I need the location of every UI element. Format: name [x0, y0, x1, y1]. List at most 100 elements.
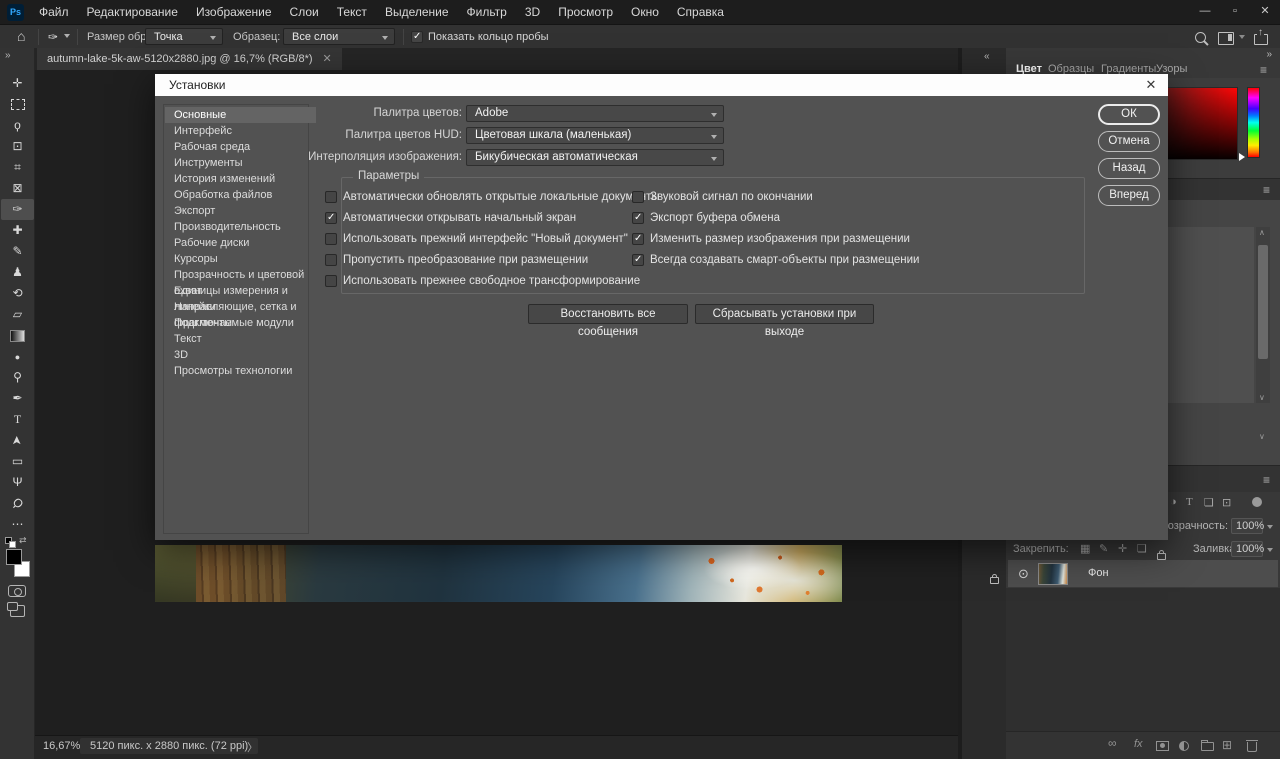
dodge-tool[interactable]: ⚲: [1, 367, 34, 388]
menu-filter[interactable]: Фильтр: [458, 0, 516, 24]
maximize-icon[interactable]: ▫: [1220, 0, 1250, 24]
smart-object-filter-icon[interactable]: ⊡: [1222, 496, 1231, 509]
clone-stamp-tool[interactable]: ♟: [1, 262, 34, 283]
ok-button[interactable]: ОК: [1098, 104, 1160, 125]
fx-icon[interactable]: fx: [1134, 738, 1143, 750]
lasso-tool[interactable]: ϙ: [1, 115, 34, 136]
zoom-level-field[interactable]: 16,67%: [43, 740, 80, 752]
checkbox[interactable]: [632, 212, 644, 224]
menu-layers[interactable]: Слои: [281, 0, 328, 24]
type-filter-icon[interactable]: T: [1186, 496, 1193, 508]
frame-tool[interactable]: ⊠: [1, 178, 34, 199]
checkbox[interactable]: [325, 233, 337, 245]
section-scratch-disks[interactable]: Рабочие диски: [165, 235, 316, 251]
spot-healing-brush-tool[interactable]: ✚: [1, 220, 34, 241]
checkbox[interactable]: [325, 212, 337, 224]
section-plugins[interactable]: Подключаемые модули: [165, 315, 316, 331]
menu-select[interactable]: Выделение: [376, 0, 458, 24]
scrollbar[interactable]: ∧ ∨: [1256, 227, 1270, 403]
menu-image[interactable]: Изображение: [187, 0, 281, 24]
lock-all-icon[interactable]: [1157, 553, 1166, 560]
image-interpolation-select[interactable]: Бикубическая автоматическая: [466, 149, 724, 166]
scroll-down-icon[interactable]: ∨: [1259, 393, 1265, 402]
menu-help[interactable]: Справка: [668, 0, 733, 24]
blur-tool[interactable]: ●: [1, 346, 34, 367]
cancel-button[interactable]: Отмена: [1098, 131, 1160, 152]
adjustment-filter-icon[interactable]: ◑: [1170, 496, 1177, 508]
scroll-up-icon[interactable]: ∧: [1259, 228, 1265, 237]
search-icon[interactable]: [1195, 32, 1206, 43]
prev-button[interactable]: Назад: [1098, 158, 1160, 179]
panel-menu-icon[interactable]: ≡: [1260, 64, 1267, 76]
document-image[interactable]: [155, 545, 842, 602]
home-icon[interactable]: ⌂: [17, 25, 25, 48]
color-field[interactable]: [1162, 87, 1238, 160]
menu-type[interactable]: Текст: [328, 0, 376, 24]
lock-artboard-icon[interactable]: ❏: [1137, 542, 1147, 555]
toolbar-collapse-icon[interactable]: »: [5, 50, 11, 61]
menu-view[interactable]: Просмотр: [549, 0, 622, 24]
section-3d[interactable]: 3D: [165, 347, 316, 363]
shape-filter-icon[interactable]: ❏: [1204, 496, 1214, 509]
new-layer-icon[interactable]: ⊞: [1222, 738, 1232, 752]
menu-file[interactable]: Файл: [30, 0, 78, 24]
section-guides-grid-slices[interactable]: Направляющие, сетка и фрагменты: [165, 299, 316, 315]
lock-position-icon[interactable]: ✛: [1118, 542, 1127, 555]
panel-menu-icon[interactable]: ≡: [1263, 184, 1270, 196]
edit-toolbar-icon[interactable]: ⋯: [1, 514, 34, 535]
screen-mode-icon[interactable]: [10, 605, 25, 617]
layer-row[interactable]: ⊙ Фон: [1008, 560, 1278, 588]
opacity-value[interactable]: 100%: [1231, 518, 1263, 534]
swap-colors-icon[interactable]: ⇄: [19, 535, 27, 546]
minimize-icon[interactable]: —: [1190, 0, 1220, 24]
checkbox[interactable]: [325, 254, 337, 266]
filter-toggle-icon[interactable]: [1252, 497, 1262, 507]
section-file-handling[interactable]: Обработка файлов: [165, 187, 316, 203]
dialog-close-icon[interactable]: ✕: [1140, 74, 1162, 96]
object-selection-tool[interactable]: ⊡: [1, 136, 34, 157]
layer-thumbnail[interactable]: [1038, 563, 1068, 585]
pen-tool[interactable]: ✒: [1, 388, 34, 409]
menu-window[interactable]: Окно: [622, 0, 668, 24]
layer-name[interactable]: Фон: [1088, 567, 1109, 579]
checkbox[interactable]: [632, 233, 644, 245]
link-icon[interactable]: ∞: [1108, 736, 1117, 750]
dialog-titlebar[interactable]: Установки ✕: [155, 74, 1168, 96]
reset-preferences-on-quit-button[interactable]: Сбрасывать установки при выходе: [695, 304, 874, 324]
layers-empty-area[interactable]: [1006, 588, 1280, 731]
delete-icon[interactable]: [1247, 742, 1257, 752]
checkbox[interactable]: [325, 275, 337, 287]
hue-slider-pointer[interactable]: [1239, 153, 1245, 161]
reset-all-warnings-button[interactable]: Восстановить все сообщения: [528, 304, 688, 324]
color-picker-select[interactable]: Adobe: [466, 105, 724, 122]
document-tab[interactable]: autumn-lake-5k-aw-5120x2880.jpg @ 16,7% …: [37, 48, 342, 70]
chevron-down-icon[interactable]: [1239, 35, 1245, 39]
gradient-tool[interactable]: [1, 325, 34, 346]
checkbox[interactable]: [632, 254, 644, 266]
sample-select[interactable]: Все слои: [283, 28, 395, 45]
crop-tool[interactable]: ⌗: [1, 157, 34, 178]
scrollbar-thumb[interactable]: [1258, 245, 1268, 359]
hand-tool[interactable]: Ψ: [1, 472, 34, 493]
section-units-rulers[interactable]: Единицы измерения и линейки: [165, 283, 316, 299]
rectangle-tool[interactable]: ▭: [1, 451, 34, 472]
lock-transparency-icon[interactable]: ▦: [1080, 542, 1090, 555]
checkbox[interactable]: [325, 191, 337, 203]
panel-menu-icon[interactable]: ≡: [1263, 474, 1270, 486]
foreground-color-swatch[interactable]: [6, 549, 22, 565]
group-icon[interactable]: [1201, 742, 1214, 751]
move-tool[interactable]: ✛: [1, 73, 34, 94]
section-performance[interactable]: Производительность: [165, 219, 316, 235]
status-chevron-icon[interactable]: 〉: [247, 739, 258, 755]
close-tab-icon[interactable]: ✕: [323, 48, 332, 70]
lock-image-icon[interactable]: ✎: [1099, 542, 1108, 555]
workspace-icon[interactable]: [1218, 32, 1234, 45]
chevron-down-icon[interactable]: [64, 34, 70, 38]
type-tool[interactable]: T: [1, 409, 34, 430]
brush-tool[interactable]: ✎: [1, 241, 34, 262]
fill-value[interactable]: 100%: [1231, 541, 1263, 557]
hud-color-picker-select[interactable]: Цветовая шкала (маленькая): [466, 127, 724, 144]
section-export[interactable]: Экспорт: [165, 203, 316, 219]
section-transparency-gamut[interactable]: Прозрачность и цветовой охват: [165, 267, 316, 283]
section-cursors[interactable]: Курсоры: [165, 251, 316, 267]
